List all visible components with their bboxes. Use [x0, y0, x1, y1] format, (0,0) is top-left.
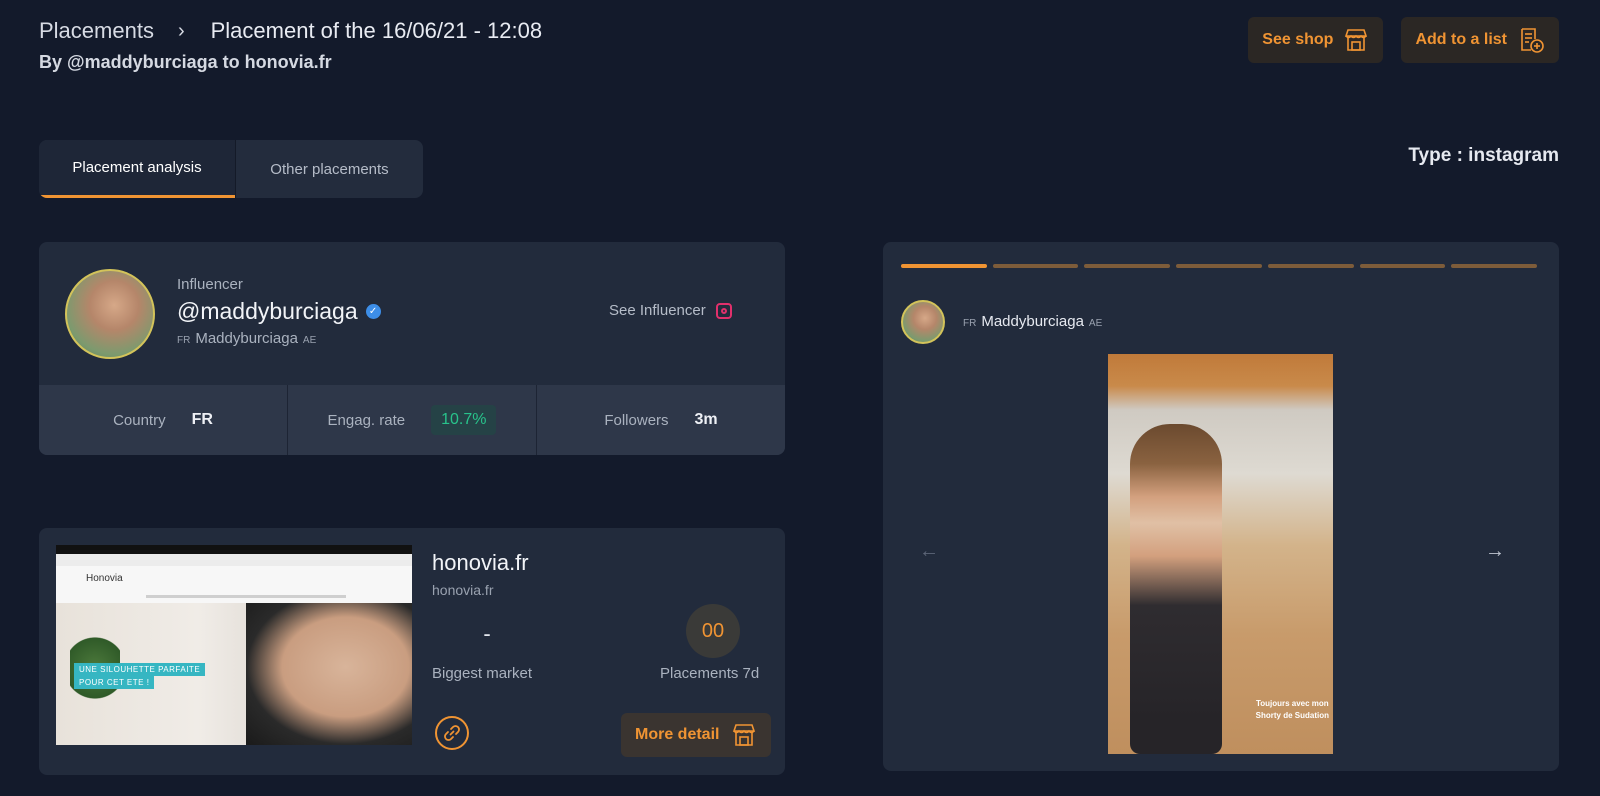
- biggest-market-label: Biggest market: [432, 665, 533, 682]
- story-image: Toujours avec mon Shorty de Sudation: [1108, 354, 1333, 754]
- influencer-card: Influencer @maddyburciaga ✓ FR Maddyburc…: [39, 242, 785, 455]
- add-to-list-label: Add to a list: [1415, 31, 1507, 48]
- story-progress-segment: [901, 264, 987, 268]
- stat-engagement-label: Engag. rate: [327, 411, 406, 429]
- tab-other-placements[interactable]: Other placements: [235, 140, 423, 198]
- verified-badge-icon: ✓: [365, 304, 381, 319]
- influencer-stats: Country FR Engag. rate 10.7% Followers 3…: [39, 385, 785, 455]
- story-viewer-card: FR Maddyburciaga AE ← Toujours avec mon …: [883, 242, 1559, 771]
- see-shop-label: See shop: [1262, 31, 1334, 48]
- see-shop-button[interactable]: See shop: [1248, 17, 1384, 63]
- story-progress-segment: [1359, 264, 1446, 268]
- shop-domain: honovia.fr: [432, 582, 494, 598]
- next-story-arrow-icon[interactable]: →: [1485, 540, 1505, 563]
- story-progress-segment: [992, 264, 1079, 268]
- thumbnail-banner-line1: UNE SILOUHETTE PARFAITE: [74, 663, 206, 676]
- placements-7d-label: Placements 7d: [660, 665, 760, 682]
- shop-icon: [733, 724, 756, 746]
- previous-story-arrow-icon[interactable]: ←: [919, 540, 939, 563]
- see-influencer-label: See Influencer: [609, 302, 706, 319]
- page-subtitle: By @maddyburciaga to honovia.fr: [39, 52, 332, 72]
- instagram-icon: [715, 302, 732, 319]
- influencer-name: Maddyburciaga: [195, 330, 298, 347]
- top-actions: See shop Add to a list: [1248, 17, 1559, 63]
- stat-followers-value: 3m: [694, 411, 718, 428]
- tab-placement-analysis[interactable]: Placement analysis: [39, 140, 235, 198]
- more-detail-button[interactable]: More detail: [621, 713, 772, 757]
- see-influencer-link[interactable]: See Influencer: [609, 302, 732, 319]
- influencer-handle: @maddyburciaga: [177, 298, 358, 324]
- biggest-market-value: -: [483, 621, 491, 646]
- story-progress-segment: [1084, 264, 1171, 268]
- story-caption-line1: Toujours avec mon: [1255, 699, 1329, 708]
- shop-link-button[interactable]: [435, 716, 469, 750]
- shop-title: honovia.fr: [432, 550, 529, 575]
- thumbnail-nav: [146, 595, 346, 598]
- story-caption: Toujours avec mon Shorty de Sudation: [1256, 698, 1329, 722]
- placement-tabs: Placement analysis Other placements: [39, 140, 423, 198]
- thumbnail-model-image: [246, 603, 412, 745]
- influencer-language-code: AE: [302, 335, 317, 346]
- thumbnail-info-bar: [56, 554, 412, 566]
- more-detail-label: More detail: [635, 726, 720, 743]
- influencer-handle-row: @maddyburciaga ✓: [177, 298, 381, 325]
- story-caption-line2: Shorty de Sudation: [1255, 711, 1329, 720]
- influencer-avatar: [65, 269, 155, 359]
- story-author-avatar: [901, 300, 945, 344]
- stat-country-label: Country: [113, 411, 166, 429]
- stat-engagement: Engag. rate 10.7%: [287, 385, 536, 455]
- shop-card: Honovia UNE SILOUHETTE PARFAITE POUR CET…: [39, 528, 785, 775]
- story-progress-segment: [1267, 264, 1354, 268]
- story-author-row: FR Maddyburciaga AE: [963, 313, 1102, 330]
- thumbnail-logo: Honovia: [86, 573, 123, 584]
- stat-country-value: FR: [191, 411, 213, 428]
- thumbnail-banner-line2: POUR CET ETE !: [74, 676, 155, 689]
- placement-type-label: Type : instagram: [1408, 145, 1559, 166]
- influencer-name-row: FR Maddyburciaga AE: [177, 330, 316, 347]
- shop-icon: [1345, 29, 1368, 51]
- page-title: Placement of the 16/06/21 - 12:08: [210, 18, 543, 43]
- list-add-icon: [1521, 28, 1544, 53]
- add-to-list-button[interactable]: Add to a list: [1401, 17, 1559, 63]
- story-author-country-code: FR: [963, 318, 977, 329]
- breadcrumb: Placements › Placement of the 16/06/21 -…: [39, 18, 542, 44]
- chevron-right-icon: ›: [177, 19, 185, 42]
- breadcrumb-placements-link[interactable]: Placements: [39, 18, 154, 44]
- stat-followers-label: Followers: [604, 411, 669, 429]
- influencer-section-label: Influencer: [177, 276, 243, 293]
- influencer-country-code: FR: [177, 335, 191, 346]
- story-person-figure: [1130, 424, 1222, 754]
- stat-followers: Followers 3m: [536, 385, 785, 455]
- story-author-name: Maddyburciaga: [981, 313, 1084, 330]
- story-author-language-code: AE: [1088, 318, 1103, 329]
- thumbnail-top-bar: [56, 545, 412, 554]
- link-icon: [444, 725, 460, 741]
- stat-engagement-value: 10.7%: [431, 405, 497, 435]
- story-progress-bar: [901, 264, 1538, 268]
- page-header: Placements › Placement of the 16/06/21 -…: [39, 18, 542, 73]
- placements-7d-value: 00: [686, 604, 740, 658]
- story-progress-segment: [1176, 264, 1262, 268]
- shop-screenshot-thumbnail: Honovia UNE SILOUHETTE PARFAITE POUR CET…: [56, 545, 412, 745]
- stat-country: Country FR: [39, 385, 287, 455]
- story-progress-segment: [1451, 264, 1538, 268]
